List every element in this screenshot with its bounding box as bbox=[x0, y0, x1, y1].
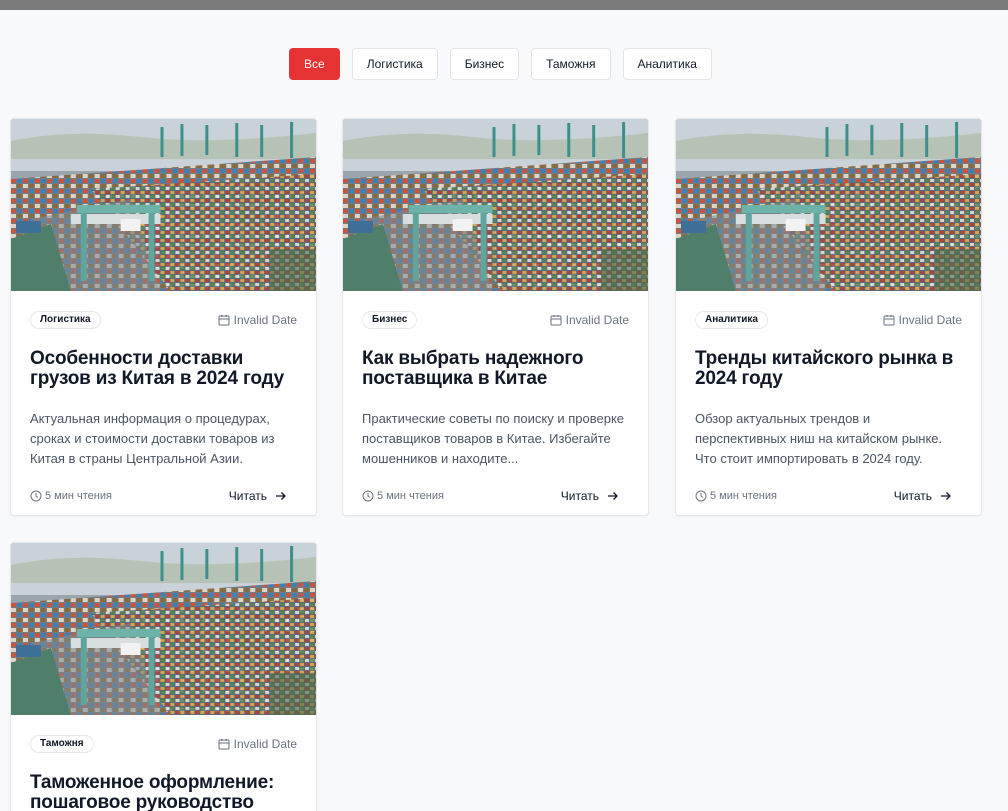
read-time: 5 мин чтения bbox=[362, 490, 444, 502]
article-title[interactable]: Особенности доставки грузов из Китая в 2… bbox=[30, 349, 297, 389]
date-text: Invalid Date bbox=[898, 313, 962, 327]
category-tag: Бизнес bbox=[362, 311, 418, 329]
article-date: Invalid Date bbox=[550, 313, 629, 327]
article-description: Практические советы по поиску и проверке… bbox=[362, 411, 625, 466]
calendar-icon bbox=[883, 314, 895, 326]
article-date: Invalid Date bbox=[883, 313, 962, 327]
clock-icon bbox=[695, 490, 707, 502]
top-bar bbox=[0, 0, 1008, 10]
article-description: Актуальная информация о процедурах, срок… bbox=[30, 411, 275, 466]
read-time-text: 5 мин чтения bbox=[710, 490, 777, 502]
filter-logistics-button[interactable]: Логистика bbox=[351, 48, 438, 80]
article-description: Обзор актуальных трендов и перспективных… bbox=[695, 411, 943, 466]
read-time: 5 мин чтения bbox=[695, 490, 777, 502]
category-tag: Логистика bbox=[30, 311, 101, 329]
category-filter-bar: Все Логистика Бизнес Таможня Аналитика bbox=[289, 48, 712, 80]
calendar-icon bbox=[550, 314, 562, 326]
category-tag: Аналитика bbox=[695, 311, 768, 329]
article-card[interactable]: Бизнес Invalid Date Как выбрать надежног… bbox=[342, 118, 649, 516]
filter-analytics-button[interactable]: Аналитика bbox=[622, 48, 712, 80]
article-date: Invalid Date bbox=[218, 737, 297, 751]
arrow-right-icon bbox=[940, 490, 952, 502]
article-image bbox=[11, 543, 316, 715]
read-more-label: Читать bbox=[560, 489, 599, 503]
read-more-link[interactable]: Читать bbox=[229, 489, 287, 503]
read-time-text: 5 мин чтения bbox=[377, 490, 444, 502]
clock-icon bbox=[30, 490, 42, 502]
arrow-right-icon bbox=[275, 490, 287, 502]
filter-business-button[interactable]: Бизнес bbox=[449, 48, 520, 80]
article-date: Invalid Date bbox=[218, 313, 297, 327]
date-text: Invalid Date bbox=[233, 737, 297, 751]
article-title[interactable]: Тренды китайского рынка в 2024 году bbox=[695, 349, 962, 389]
arrow-right-icon bbox=[607, 490, 619, 502]
article-card[interactable]: Аналитика Invalid Date Тренды китайского… bbox=[675, 118, 982, 516]
article-card[interactable]: Логистика Invalid Date Особенности доста… bbox=[10, 118, 317, 516]
article-title[interactable]: Как выбрать надежного поставщика в Китае bbox=[362, 349, 629, 389]
article-title[interactable]: Таможенное оформление: пошаговое руковод… bbox=[30, 773, 297, 811]
read-more-label: Читать bbox=[893, 489, 932, 503]
article-image bbox=[343, 119, 648, 291]
filter-all-button[interactable]: Все bbox=[289, 48, 340, 80]
category-tag: Таможня bbox=[30, 735, 94, 753]
calendar-icon bbox=[218, 314, 230, 326]
date-text: Invalid Date bbox=[565, 313, 629, 327]
read-more-label: Читать bbox=[228, 489, 267, 503]
article-card[interactable]: Таможня Invalid Date Таможенное оформлен… bbox=[10, 542, 317, 811]
read-more-link[interactable]: Читать bbox=[894, 489, 952, 503]
read-more-link[interactable]: Читать bbox=[561, 489, 619, 503]
date-text: Invalid Date bbox=[233, 313, 297, 327]
article-image bbox=[676, 119, 981, 291]
calendar-icon bbox=[218, 738, 230, 750]
clock-icon bbox=[362, 490, 374, 502]
read-time: 5 мин чтения bbox=[30, 490, 112, 502]
article-image bbox=[11, 119, 316, 291]
filter-customs-button[interactable]: Таможня bbox=[531, 48, 611, 80]
read-time-text: 5 мин чтения bbox=[45, 490, 112, 502]
